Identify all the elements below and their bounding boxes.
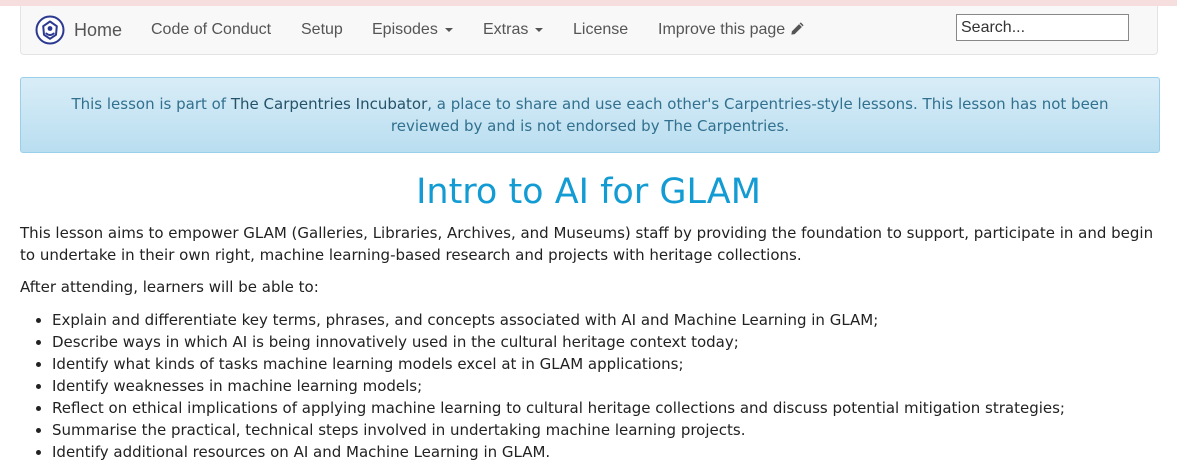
objective-item: Identify additional resources on AI and … (52, 441, 1160, 463)
objective-item: Reflect on ethical implications of apply… (52, 397, 1160, 419)
nav-setup[interactable]: Setup (301, 21, 343, 39)
caret-down-icon (535, 27, 544, 32)
incubator-notice: This lesson is part of The Carpentries I… (20, 77, 1160, 153)
notice-suffix: , a place to share and use each other's … (390, 95, 1109, 135)
objective-item: Identify what kinds of tasks machine lea… (52, 353, 1160, 375)
home-link[interactable]: Home (35, 15, 122, 45)
top-navbar: Home Code of Conduct Setup Episodes Extr… (20, 6, 1158, 55)
caret-down-icon (444, 27, 453, 32)
notice-prefix: This lesson is part of (71, 95, 231, 113)
nav-extras-dropdown[interactable]: Extras (483, 21, 544, 39)
nav-episodes-label: Episodes (372, 21, 438, 38)
objective-item: Explain and differentiate key terms, phr… (52, 309, 1160, 331)
lesson-intro: This lesson aims to empower GLAM (Galler… (20, 224, 1154, 264)
nav-episodes-dropdown[interactable]: Episodes (372, 21, 453, 39)
nav-license[interactable]: License (573, 21, 628, 39)
objectives-list: Explain and differentiate key terms, phr… (20, 309, 1160, 463)
home-label: Home (74, 19, 123, 40)
nav-improve-label: Improve this page (658, 21, 786, 38)
objective-item: Identify weaknesses in machine learning … (52, 375, 1160, 397)
incubator-link[interactable]: The Carpentries Incubator (231, 95, 427, 113)
nav-code-of-conduct[interactable]: Code of Conduct (151, 21, 271, 39)
search-input[interactable] (956, 14, 1129, 41)
nav-improve-this-page[interactable]: Improve this page (658, 21, 805, 39)
objective-item: Summarise the practical, technical steps… (52, 419, 1160, 441)
nav-extras-label: Extras (483, 21, 529, 38)
carpentries-logo-icon (35, 15, 65, 45)
pencil-icon (791, 22, 804, 35)
page-title: Intro to AI for GLAM (416, 172, 761, 212)
objective-item: Describe ways in which AI is being innov… (52, 331, 1160, 353)
objectives-heading: After attending, learners will be able t… (20, 278, 319, 296)
